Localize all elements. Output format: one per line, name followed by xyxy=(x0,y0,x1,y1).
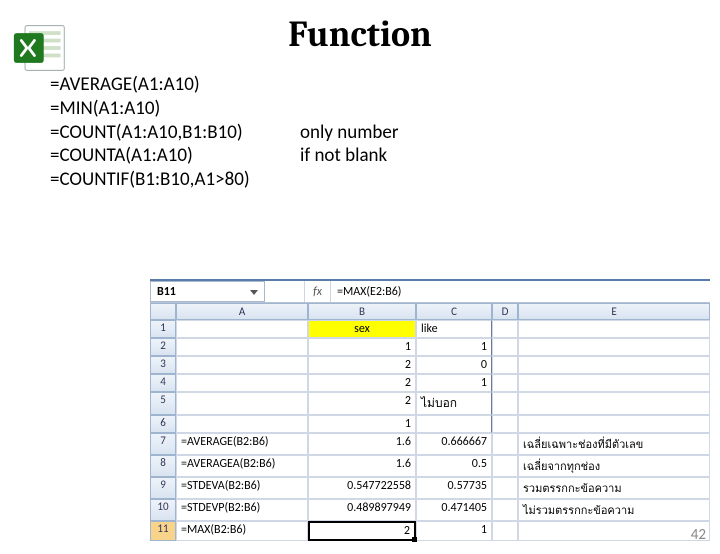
cell[interactable] xyxy=(492,521,518,541)
cell[interactable] xyxy=(518,521,710,541)
col-header[interactable]: C xyxy=(416,303,492,320)
row-header[interactable]: 4 xyxy=(150,374,176,392)
cell[interactable] xyxy=(518,356,710,374)
cell[interactable] xyxy=(176,338,308,356)
cell[interactable]: =STDEVP(B2:B6) xyxy=(176,499,308,521)
cell[interactable] xyxy=(518,415,710,433)
cell[interactable]: 2 xyxy=(308,374,416,392)
cell[interactable]: 2 xyxy=(308,356,416,374)
cell[interactable] xyxy=(492,415,518,433)
cell[interactable]: =MAX(B2:B6) xyxy=(176,521,308,541)
formula-examples: =AVERAGE(A1:A10) =MIN(A1:A10) =COUNT(A1:… xyxy=(50,73,720,192)
cell[interactable] xyxy=(492,499,518,521)
cell[interactable] xyxy=(416,415,492,433)
fx-spacer xyxy=(265,281,305,302)
cell[interactable]: =AVERAGEA(B2:B6) xyxy=(176,455,308,477)
cell[interactable] xyxy=(492,392,518,415)
formula-note: only number xyxy=(300,121,398,145)
cell[interactable]: ไม่รวมตรรกกะข้อความ xyxy=(518,499,710,521)
cell[interactable]: =STDEVA(B2:B6) xyxy=(176,477,308,499)
cell[interactable]: 0 xyxy=(416,356,492,374)
formula-bar[interactable]: =MAX(E2:B6) xyxy=(331,281,710,302)
row-header[interactable]: 8 xyxy=(150,455,176,477)
row-header[interactable]: 9 xyxy=(150,477,176,499)
cell[interactable] xyxy=(492,338,518,356)
cell[interactable] xyxy=(492,320,518,338)
row-header[interactable]: 7 xyxy=(150,433,176,455)
formula-note: if not blank xyxy=(300,144,387,168)
name-box[interactable]: B11 xyxy=(150,281,265,302)
col-header[interactable]: A xyxy=(176,303,308,320)
cell[interactable]: 1 xyxy=(416,521,492,541)
spreadsheet: B11 fx =MAX(E2:B6) A B C D E 1 sex like … xyxy=(150,279,710,541)
cell[interactable]: =AVERAGE(B2:B6) xyxy=(176,433,308,455)
cell[interactable]: 0.489897949 xyxy=(308,499,416,521)
col-header[interactable]: E xyxy=(518,303,710,320)
row-header[interactable]: 6 xyxy=(150,415,176,433)
cell[interactable]: 0.666667 xyxy=(416,433,492,455)
cell[interactable] xyxy=(176,374,308,392)
formula-text: =COUNTA(A1:A10) xyxy=(50,144,300,168)
active-cell[interactable]: 2 xyxy=(308,521,416,541)
cell[interactable]: 1 xyxy=(416,338,492,356)
grid[interactable]: A B C D E 1 sex like 2 1 1 3 2 0 4 2 1 5… xyxy=(150,303,710,541)
row-header[interactable]: 5 xyxy=(150,392,176,415)
cell[interactable] xyxy=(518,392,710,415)
cell[interactable] xyxy=(492,477,518,499)
excel-icon xyxy=(12,20,68,76)
col-header[interactable]: D xyxy=(492,303,518,320)
formula-text: =AVERAGE(A1:A10) xyxy=(50,73,300,97)
row-header[interactable]: 3 xyxy=(150,356,176,374)
cell[interactable]: sex xyxy=(308,320,416,338)
cell[interactable]: 1.6 xyxy=(308,455,416,477)
cell[interactable]: 1 xyxy=(416,374,492,392)
cell[interactable]: ไม่บอก xyxy=(416,392,492,415)
row-header[interactable]: 1 xyxy=(150,320,176,338)
cell[interactable]: 0.471405 xyxy=(416,499,492,521)
col-header[interactable]: B xyxy=(308,303,416,320)
row-header[interactable]: 10 xyxy=(150,499,176,521)
slide-number: 42 xyxy=(691,526,706,544)
cell[interactable]: like xyxy=(416,320,492,338)
cell[interactable] xyxy=(176,415,308,433)
cell[interactable] xyxy=(176,320,308,338)
cell[interactable] xyxy=(492,433,518,455)
cell[interactable]: 1.6 xyxy=(308,433,416,455)
cell[interactable]: รวมตรรกกะข้อความ xyxy=(518,477,710,499)
cell[interactable] xyxy=(176,356,308,374)
cell[interactable] xyxy=(492,374,518,392)
cell[interactable] xyxy=(518,320,710,338)
formula-text: =COUNT(A1:A10,B1:B10) xyxy=(50,121,300,145)
cell[interactable] xyxy=(176,392,308,415)
cell[interactable]: เฉลี่ยจากทุกช่อง xyxy=(518,455,710,477)
cell[interactable]: 0.57735 xyxy=(416,477,492,499)
slide-title: Function xyxy=(0,14,720,55)
cell[interactable] xyxy=(492,356,518,374)
row-header[interactable]: 2 xyxy=(150,338,176,356)
cell[interactable]: 1 xyxy=(308,338,416,356)
cell[interactable] xyxy=(492,455,518,477)
formula-text: =MIN(A1:A10) xyxy=(50,97,300,121)
cell[interactable]: 0.547722558 xyxy=(308,477,416,499)
corner-header[interactable] xyxy=(150,303,176,320)
formula-text: =COUNTIF(B1:B10,A1>80) xyxy=(50,168,300,192)
cell[interactable]: 2 xyxy=(308,392,416,415)
cell[interactable] xyxy=(518,374,710,392)
fx-icon[interactable]: fx xyxy=(305,281,331,302)
cell[interactable]: เฉลี่ยเฉพาะช่องที่มีตัวเลข xyxy=(518,433,710,455)
cell[interactable]: 0.5 xyxy=(416,455,492,477)
cell[interactable]: 1 xyxy=(308,415,416,433)
cell[interactable] xyxy=(518,338,710,356)
row-header[interactable]: 11 xyxy=(150,521,176,541)
